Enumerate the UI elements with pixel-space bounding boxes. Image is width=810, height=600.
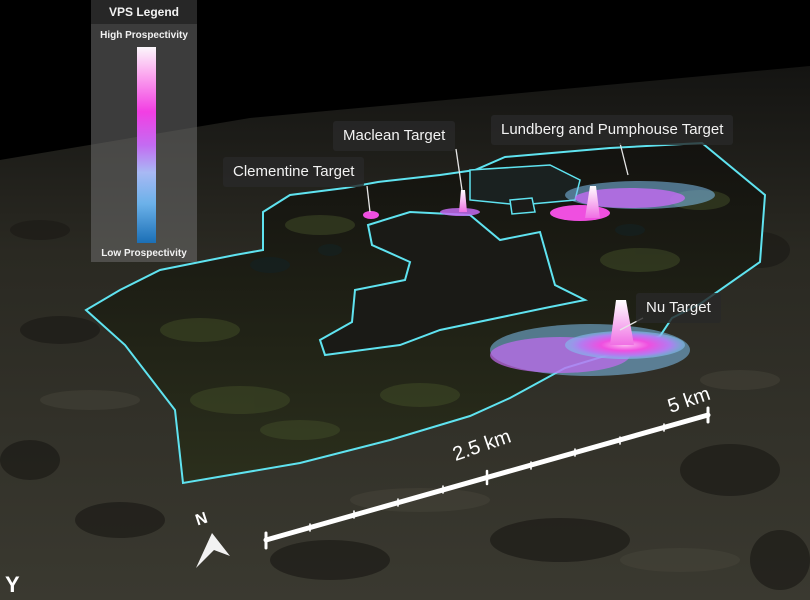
legend-color-ramp bbox=[137, 47, 156, 243]
excluded-parcel bbox=[509, 197, 536, 215]
clementine-anomaly[interactable] bbox=[363, 211, 379, 219]
label-lundberg-pumphouse-target[interactable]: Lundberg and Pumphouse Target bbox=[491, 115, 734, 145]
legend-high-label: High Prospectivity bbox=[100, 30, 188, 41]
axis-indicator-y: Y bbox=[5, 572, 20, 597]
vps-legend: VPS Legend High Prospectivity Low Prospe… bbox=[91, 0, 197, 262]
label-maclean-target[interactable]: Maclean Target bbox=[333, 121, 456, 151]
legend-low-label: Low Prospectivity bbox=[101, 248, 187, 259]
legend-title: VPS Legend bbox=[91, 0, 197, 24]
label-clementine-target[interactable]: Clementine Target bbox=[223, 157, 365, 187]
label-nu-target[interactable]: Nu Target bbox=[636, 293, 721, 323]
